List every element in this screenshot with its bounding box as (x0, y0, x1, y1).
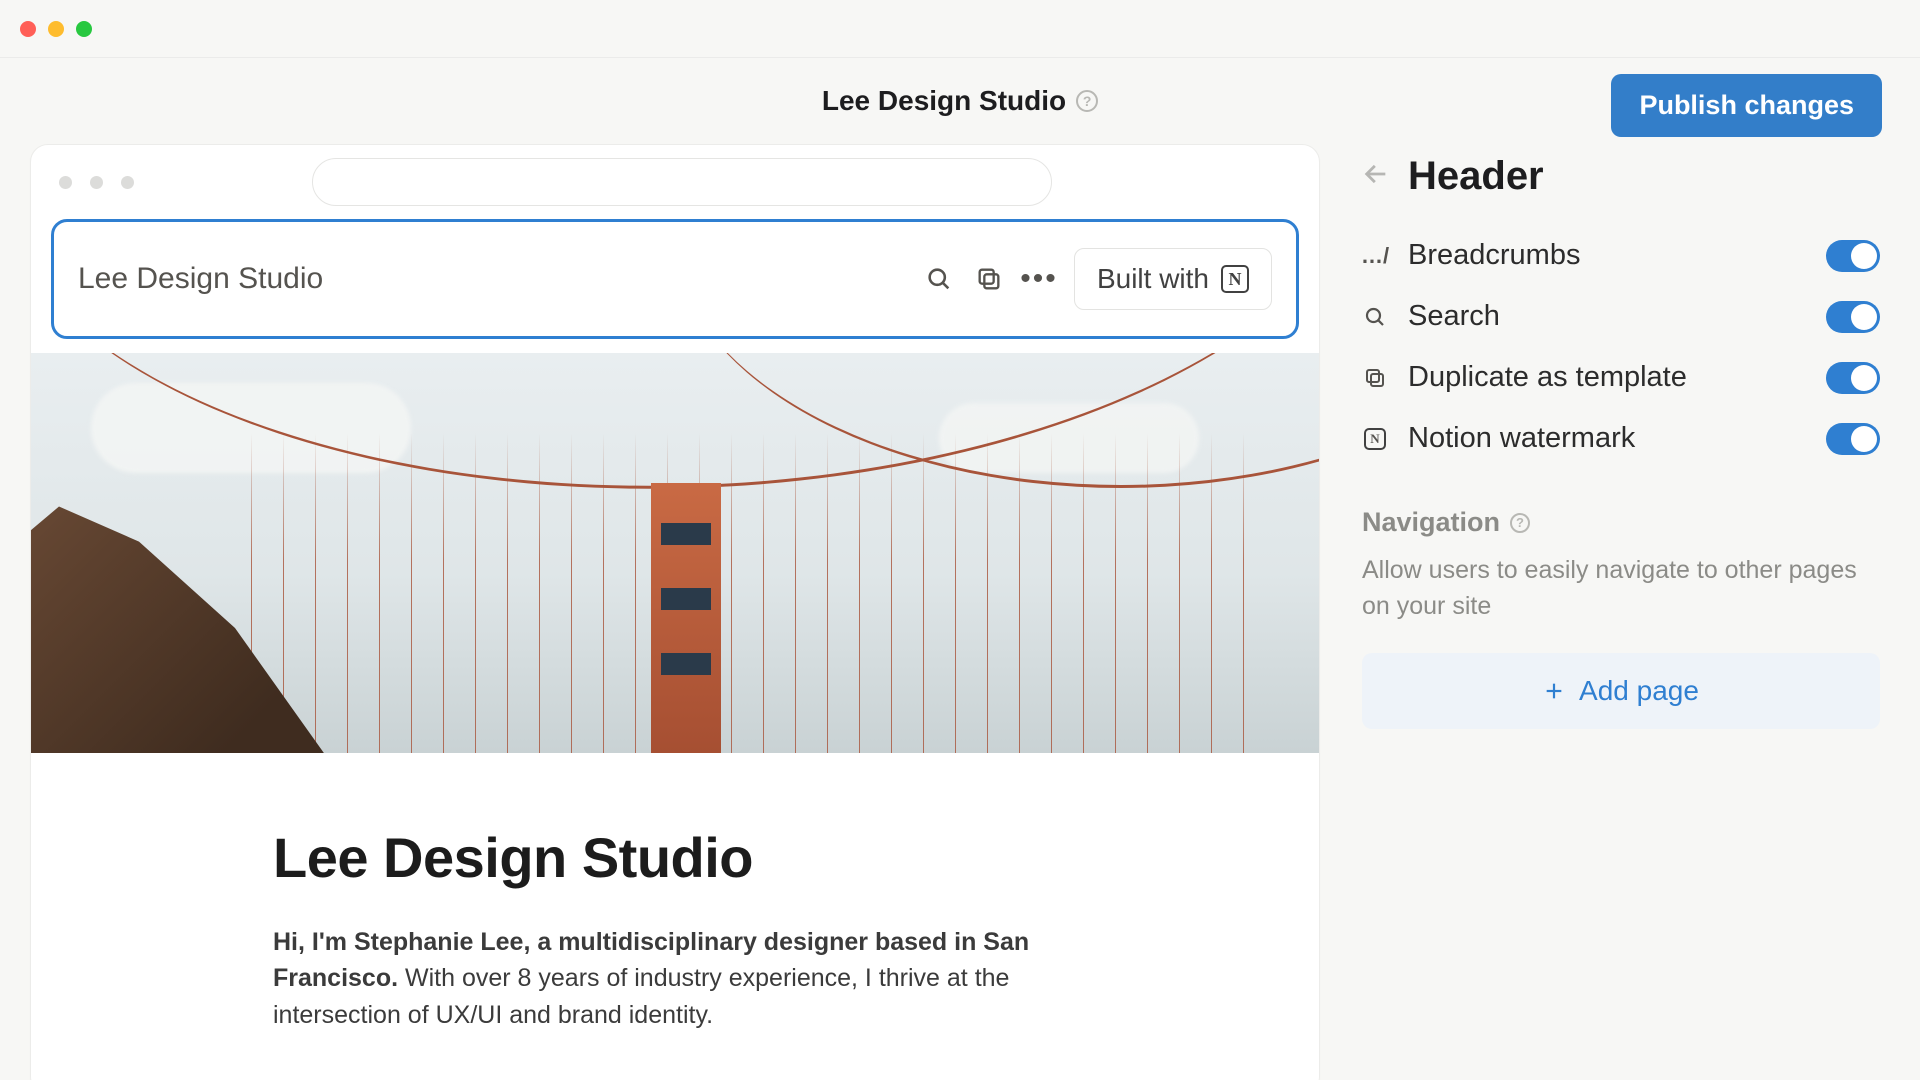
option-label: Breadcrumbs (1408, 239, 1806, 272)
window-minimize-dot[interactable] (48, 21, 64, 37)
toggle-notion-watermark[interactable] (1826, 423, 1880, 455)
built-with-badge[interactable]: Built with N (1074, 248, 1272, 310)
editor-toolbar: Lee Design Studio ? Publish changes (0, 58, 1920, 144)
toggle-search[interactable] (1826, 301, 1880, 333)
option-label: Duplicate as template (1408, 361, 1806, 394)
preview-browser-chrome (31, 145, 1319, 219)
toggle-duplicate-template[interactable] (1826, 362, 1880, 394)
site-title: Lee Design Studio (822, 85, 1066, 117)
site-header-selected[interactable]: Lee Design Studio ••• Built with N (51, 219, 1299, 339)
plus-icon (1543, 680, 1565, 702)
site-preview-card: Lee Design Studio ••• Built with N Lee (30, 144, 1320, 1080)
preview-dot (59, 176, 72, 189)
mac-window-titlebar (0, 0, 1920, 58)
page-intro: Hi, I'm Stephanie Lee, a multidisciplina… (273, 924, 1077, 1033)
hero-cover-image (31, 353, 1319, 753)
notion-logo-icon: N (1221, 265, 1249, 293)
add-page-button[interactable]: Add page (1362, 653, 1880, 729)
breadcrumb-icon: …/ (1362, 243, 1388, 269)
help-icon[interactable]: ? (1076, 90, 1098, 112)
preview-address-bar[interactable] (312, 158, 1052, 206)
search-icon (1362, 304, 1388, 330)
settings-sidebar: Header …/ Breadcrumbs Search Duplicate a… (1362, 144, 1920, 1080)
toggle-breadcrumbs[interactable] (1826, 240, 1880, 272)
option-notion-watermark: N Notion watermark (1362, 422, 1880, 455)
preview-dot (121, 176, 134, 189)
duplicate-icon (1362, 365, 1388, 391)
navigation-description: Allow users to easily navigate to other … (1362, 552, 1880, 625)
option-label: Search (1408, 300, 1806, 333)
navigation-heading-text: Navigation (1362, 507, 1500, 538)
preview-dot (90, 176, 103, 189)
publish-changes-button[interactable]: Publish changes (1611, 74, 1882, 137)
notion-logo-icon: N (1362, 426, 1388, 452)
add-page-label: Add page (1579, 675, 1699, 707)
search-icon[interactable] (924, 264, 954, 294)
preview-page-body: Lee Design Studio Hi, I'm Stephanie Lee,… (31, 753, 1319, 1080)
window-zoom-dot[interactable] (76, 21, 92, 37)
breadcrumb-text[interactable]: Lee Design Studio (78, 262, 904, 296)
option-label: Notion watermark (1408, 422, 1806, 455)
option-duplicate-template: Duplicate as template (1362, 361, 1880, 394)
window-close-dot[interactable] (20, 21, 36, 37)
navigation-section-heading: Navigation ? (1362, 507, 1880, 538)
page-title: Lee Design Studio (273, 825, 1077, 890)
more-icon[interactable]: ••• (1024, 264, 1054, 294)
option-search: Search (1362, 300, 1880, 333)
help-icon[interactable]: ? (1510, 513, 1530, 533)
duplicate-icon[interactable] (974, 264, 1004, 294)
back-arrow-icon[interactable] (1362, 160, 1390, 193)
built-with-label: Built with (1097, 263, 1209, 295)
toolbar-title-group: Lee Design Studio ? (822, 85, 1098, 117)
option-breadcrumbs: …/ Breadcrumbs (1362, 239, 1880, 272)
sidebar-title: Header (1408, 154, 1544, 199)
